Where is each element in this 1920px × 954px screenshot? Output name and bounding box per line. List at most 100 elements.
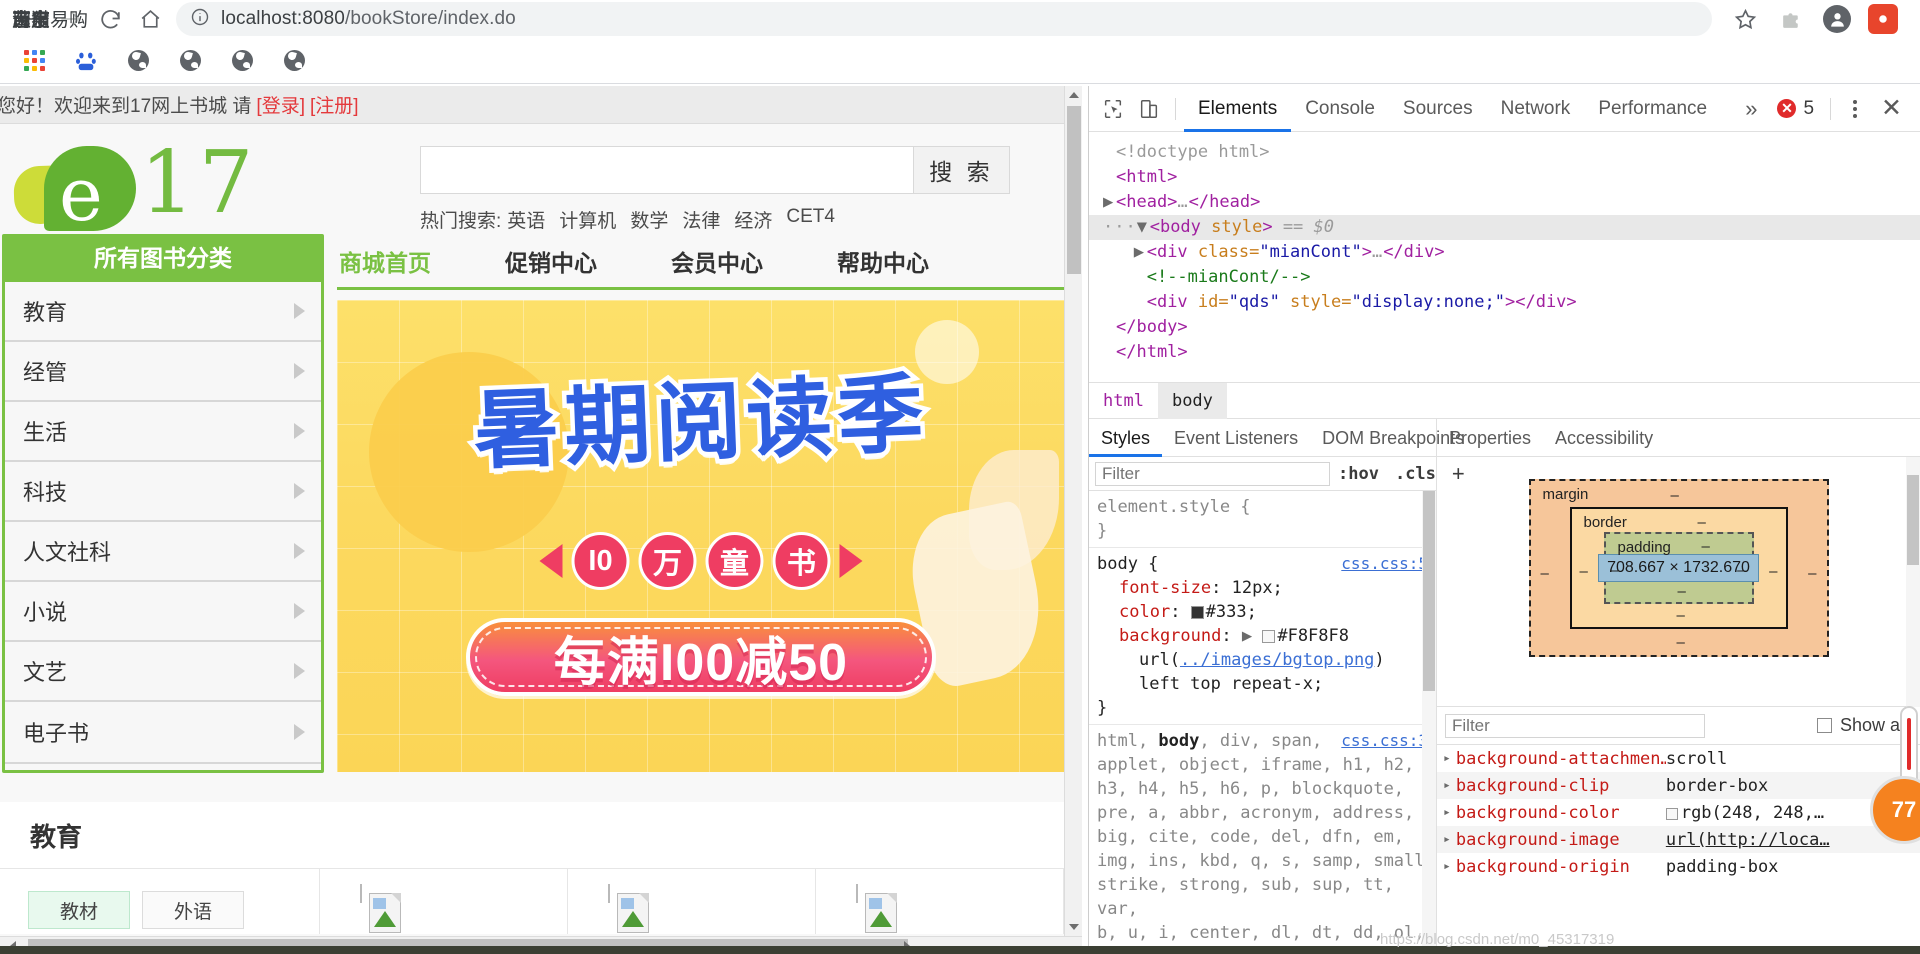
- styles-filter-input[interactable]: [1095, 461, 1330, 486]
- dom-expand-caret[interactable]: [1134, 265, 1147, 290]
- declaration-background-position[interactable]: left top repeat-x;: [1097, 672, 1436, 696]
- scroll-down-arrow-icon[interactable]: [1065, 918, 1082, 936]
- dom-tree[interactable]: <!doctype html> <html> ▶ <head>…</head> ···…: [1089, 132, 1920, 382]
- tab-performance[interactable]: Performance: [1584, 86, 1721, 132]
- border-left-value[interactable]: –: [1580, 563, 1588, 580]
- dom-tree-line[interactable]: <!--mianCont/-->: [1103, 265, 1920, 290]
- expand-shorthand-icon[interactable]: ▶: [1242, 626, 1252, 646]
- reset-style-rule[interactable]: css.css:3 html, body, div, span, applet,…: [1089, 725, 1436, 950]
- color-swatch[interactable]: [1665, 807, 1678, 820]
- hot-term-cet4[interactable]: CET4: [786, 206, 835, 233]
- margin-bottom-value[interactable]: –: [1677, 634, 1685, 651]
- declaration-background-url[interactable]: url(../images/bgtop.png): [1097, 648, 1436, 672]
- hot-term-computer[interactable]: 计算机: [559, 206, 616, 233]
- error-badge[interactable]: ✕ 5: [1769, 98, 1822, 120]
- extensions-puzzle-icon[interactable]: [1768, 0, 1814, 38]
- page-info-icon[interactable]: [190, 7, 210, 32]
- bookmark-item-tmall[interactable]: 天猫: [12, 10, 270, 77]
- close-icon[interactable]: ✕: [1871, 96, 1912, 121]
- breadcrumb-item-html[interactable]: html: [1089, 383, 1158, 419]
- computed-row[interactable]: ▸ background-color rgb(248, 248,…: [1437, 799, 1920, 826]
- sidebar-item-education[interactable]: 教育: [5, 282, 321, 342]
- sidebar-item-literature[interactable]: 文艺: [5, 642, 321, 702]
- site-logo[interactable]: e 17: [12, 136, 302, 232]
- expand-triangle-icon[interactable]: ▸: [1443, 805, 1451, 820]
- computed-property-value[interactable]: url(http://loca…: [1666, 830, 1830, 850]
- hot-term-english[interactable]: 英语: [507, 206, 545, 233]
- product-cell[interactable]: [816, 869, 1064, 934]
- scroll-up-arrow-icon[interactable]: [1065, 86, 1082, 104]
- sidebar-item-ebook[interactable]: 电子书: [5, 702, 321, 762]
- computed-row[interactable]: ▸ background-image url(http://loca…: [1437, 826, 1920, 853]
- dom-tree-line[interactable]: <div id="qds" style="display:none;"></di…: [1103, 290, 1920, 315]
- box-model-border[interactable]: border – – – – padding – – – – 708.667 ×…: [1569, 507, 1788, 629]
- bookmark-item-baidu[interactable]: 百度: [12, 10, 114, 77]
- margin-right-value[interactable]: –: [1808, 565, 1816, 582]
- reload-icon[interactable]: [90, 0, 130, 38]
- subtab-event-listeners[interactable]: Event Listeners: [1162, 419, 1310, 457]
- computed-scrollbar[interactable]: [1906, 457, 1920, 707]
- box-model-content-size[interactable]: 708.667 × 1732.670: [1598, 554, 1759, 582]
- show-all-toggle[interactable]: Show all: [1816, 715, 1908, 736]
- dom-line-dots[interactable]: ···: [1103, 217, 1137, 237]
- page-vertical-scrollbar[interactable]: [1064, 86, 1082, 936]
- dom-expand-caret[interactable]: [1103, 165, 1116, 190]
- declaration-font-size[interactable]: font-size: 12px;: [1097, 576, 1436, 600]
- chevron-double-right-icon[interactable]: »: [1733, 96, 1769, 122]
- margin-top-value[interactable]: –: [1671, 487, 1679, 504]
- border-top-value[interactable]: –: [1698, 514, 1706, 531]
- rule-source-link[interactable]: css.css:5: [1341, 552, 1428, 576]
- bookmark-item-apps[interactable]: 应用: [12, 10, 62, 77]
- body-style-rule[interactable]: css.css:5 body { font-size: 12px; color:…: [1089, 548, 1436, 725]
- home-icon[interactable]: [130, 0, 170, 38]
- nav-item-promotions[interactable]: 促销中心: [505, 244, 597, 278]
- bookmark-star-icon[interactable]: [1722, 0, 1768, 38]
- tab-console[interactable]: Console: [1291, 86, 1389, 132]
- dom-tree-line[interactable]: <html>: [1103, 165, 1920, 190]
- bookmark-item-suning[interactable]: 苏宁易购: [12, 10, 322, 77]
- bookmark-item-jd[interactable]: 京东: [12, 10, 218, 77]
- dom-tree-line[interactable]: </html>: [1103, 340, 1920, 365]
- tab-sources[interactable]: Sources: [1389, 86, 1487, 132]
- dom-tree-line[interactable]: ▶ <div class="mianCont">…</div>: [1103, 240, 1920, 265]
- promo-banner[interactable]: 暑期阅读季 I0 万 童 书 每满I00减50: [337, 300, 1064, 772]
- expand-triangle-icon[interactable]: ▸: [1443, 832, 1451, 847]
- hot-term-law[interactable]: 法律: [682, 206, 720, 233]
- inspect-element-icon[interactable]: [1095, 91, 1131, 127]
- dom-tree-line[interactable]: <!doctype html>: [1103, 140, 1920, 165]
- dom-expand-caret[interactable]: [1103, 340, 1116, 365]
- login-link[interactable]: [登录]: [256, 91, 305, 118]
- border-right-value[interactable]: –: [1769, 563, 1777, 580]
- padding-top-value[interactable]: –: [1702, 538, 1710, 555]
- tag-textbook[interactable]: 教材: [28, 891, 130, 929]
- tab-elements[interactable]: Elements: [1184, 86, 1291, 132]
- search-input[interactable]: [420, 146, 914, 194]
- hot-term-math[interactable]: 数学: [630, 206, 668, 233]
- dom-expand-caret[interactable]: [1103, 315, 1116, 340]
- nav-item-member[interactable]: 会员中心: [671, 244, 763, 278]
- vertical-scroll-thumb[interactable]: [1067, 106, 1081, 274]
- tag-foreign-language[interactable]: 外语: [142, 891, 244, 929]
- color-swatch[interactable]: [1190, 606, 1204, 619]
- element-style-rule[interactable]: element.style { }: [1089, 491, 1436, 548]
- subtab-properties[interactable]: Properties: [1437, 419, 1543, 457]
- declaration-color[interactable]: color: #333;: [1097, 600, 1436, 624]
- computed-row[interactable]: ▸ background-attachmen… scroll: [1437, 745, 1920, 772]
- color-swatch[interactable]: [1262, 630, 1276, 643]
- dom-expand-caret[interactable]: [1103, 140, 1116, 165]
- padding-left-value[interactable]: –: [1612, 562, 1620, 579]
- nav-item-home[interactable]: 商城首页: [339, 244, 431, 278]
- address-bar[interactable]: localhost:8080/bookStore/index.do: [176, 2, 1712, 36]
- computed-row[interactable]: ▸ background-clip border-box: [1437, 772, 1920, 799]
- subtab-styles[interactable]: Styles: [1089, 419, 1162, 457]
- kebab-menu-icon[interactable]: [1839, 99, 1871, 118]
- sidebar-item-business[interactable]: 经管: [5, 342, 321, 402]
- device-toolbar-icon[interactable]: [1131, 91, 1167, 127]
- dom-expand-caret[interactable]: ▶: [1103, 190, 1116, 215]
- computed-row[interactable]: ▸ background-origin padding-box: [1437, 853, 1920, 880]
- hov-toggle[interactable]: :hov: [1330, 464, 1387, 484]
- dom-tree-line[interactable]: ▶ <head>…</head>: [1103, 190, 1920, 215]
- register-link[interactable]: [注册]: [310, 91, 359, 118]
- padding-right-value[interactable]: –: [1737, 562, 1745, 579]
- dom-tree-line[interactable]: </body>: [1103, 315, 1920, 340]
